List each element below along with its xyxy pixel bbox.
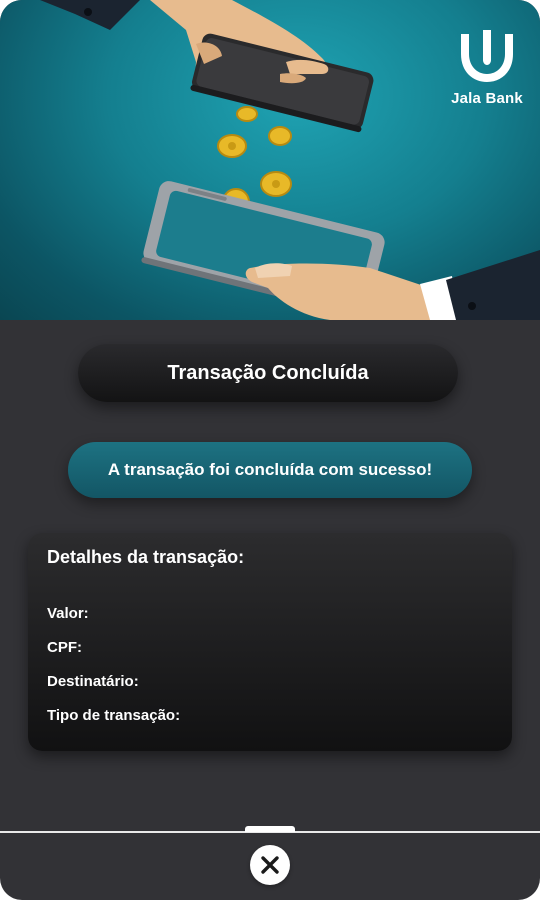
detail-cpf-label: CPF: xyxy=(47,639,82,656)
success-message-banner: A transação foi concluída com sucesso! xyxy=(68,442,472,498)
transaction-details-card: Detalhes da transação: Valor: CPF: Desti… xyxy=(28,533,512,751)
close-icon xyxy=(261,856,279,874)
page-title: Transação Concluída xyxy=(78,344,458,402)
transaction-success-screen: Jala Bank Transação Concluída A transaçã… xyxy=(0,0,540,900)
detail-recipient-label: Destinatário: xyxy=(47,673,139,690)
detail-transaction-type-label: Tipo de transação: xyxy=(47,707,181,724)
jala-bank-logo: Jala Bank xyxy=(448,30,526,107)
hero-banner: Jala Bank xyxy=(0,0,540,320)
details-list: Valor: CPF: Destinatário: Tipo de transa… xyxy=(47,604,493,740)
bottom-sheet-handle[interactable] xyxy=(245,826,295,832)
jala-bank-logo-icon xyxy=(461,30,513,82)
detail-value-label: Valor: xyxy=(47,605,89,622)
details-heading: Detalhes da transação: xyxy=(47,547,245,567)
brand-name: Jala Bank xyxy=(451,90,523,107)
close-button[interactable] xyxy=(250,845,290,885)
